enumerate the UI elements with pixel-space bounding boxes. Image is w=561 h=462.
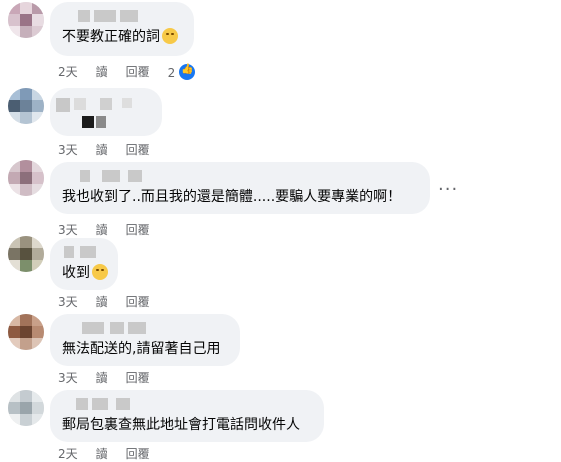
read-link[interactable]: 讀 <box>96 293 108 310</box>
timestamp[interactable]: 3天 <box>58 141 78 158</box>
author-name-redacted[interactable] <box>62 246 106 260</box>
read-link[interactable]: 讀 <box>96 63 108 80</box>
avatar[interactable] <box>8 160 44 196</box>
reaction-count[interactable]: 2 <box>168 63 196 80</box>
comment-actions: 3天 讀 回覆 <box>58 221 150 238</box>
comment-actions: 3天 讀 回覆 <box>58 369 150 386</box>
comment-actions: 3天 讀 回覆 <box>58 141 150 158</box>
redacted-content <box>56 98 70 112</box>
reply-link[interactable]: 回覆 <box>126 63 150 80</box>
timestamp[interactable]: 3天 <box>58 221 78 238</box>
emoji-icon <box>162 28 178 44</box>
read-link[interactable]: 讀 <box>96 221 108 238</box>
comment-text: 無法配送的,請留著自己用 <box>62 341 221 357</box>
emoji-icon <box>92 264 108 280</box>
timestamp[interactable]: 2天 <box>58 63 78 80</box>
reply-link[interactable]: 回覆 <box>126 445 150 462</box>
comment-actions: 3天 讀 回覆 <box>58 293 150 310</box>
read-link[interactable]: 讀 <box>96 445 108 462</box>
read-link[interactable]: 讀 <box>96 369 108 386</box>
more-options-icon[interactable]: ... <box>438 174 458 195</box>
avatar[interactable] <box>8 390 44 426</box>
timestamp[interactable]: 3天 <box>58 369 78 386</box>
author-name-redacted[interactable] <box>62 398 312 412</box>
comment-text: 收到 <box>62 264 108 282</box>
avatar[interactable] <box>8 2 44 38</box>
comment-text: 我也收到了..而且我的還是簡體.....要騙人要專業的啊！ <box>62 189 402 205</box>
comment-text: 不要教正確的詞 <box>62 28 182 46</box>
reply-link[interactable]: 回覆 <box>126 293 150 310</box>
reply-link[interactable]: 回覆 <box>126 141 150 158</box>
comment-actions: 2天 讀 回覆 2 <box>58 63 196 80</box>
comment-text: 郵局包裏查無此地址會打電話問收件人 <box>62 417 300 433</box>
like-icon <box>179 63 196 80</box>
comment-bubble: 不要教正確的詞 <box>50 2 194 56</box>
read-link[interactable]: 讀 <box>96 141 108 158</box>
comment-bubble: 郵局包裏查無此地址會打電話問收件人 <box>50 390 324 442</box>
timestamp[interactable]: 3天 <box>58 293 78 310</box>
avatar[interactable] <box>8 88 44 124</box>
comment-bubble: 無法配送的,請留著自己用 <box>50 314 240 366</box>
timestamp[interactable]: 2天 <box>58 445 78 462</box>
comment-bubble <box>50 88 162 136</box>
reply-link[interactable]: 回覆 <box>126 221 150 238</box>
reply-link[interactable]: 回覆 <box>126 369 150 386</box>
avatar[interactable] <box>8 236 44 272</box>
avatar[interactable] <box>8 314 44 350</box>
author-name-redacted[interactable] <box>62 10 182 24</box>
comment-actions: 2天 讀 回覆 <box>58 445 150 462</box>
author-name-redacted[interactable] <box>62 322 228 336</box>
comment-bubble: 我也收到了..而且我的還是簡體.....要騙人要專業的啊！ <box>50 162 430 214</box>
comment-bubble: 收到 <box>50 238 118 290</box>
author-name-redacted[interactable] <box>62 170 418 184</box>
